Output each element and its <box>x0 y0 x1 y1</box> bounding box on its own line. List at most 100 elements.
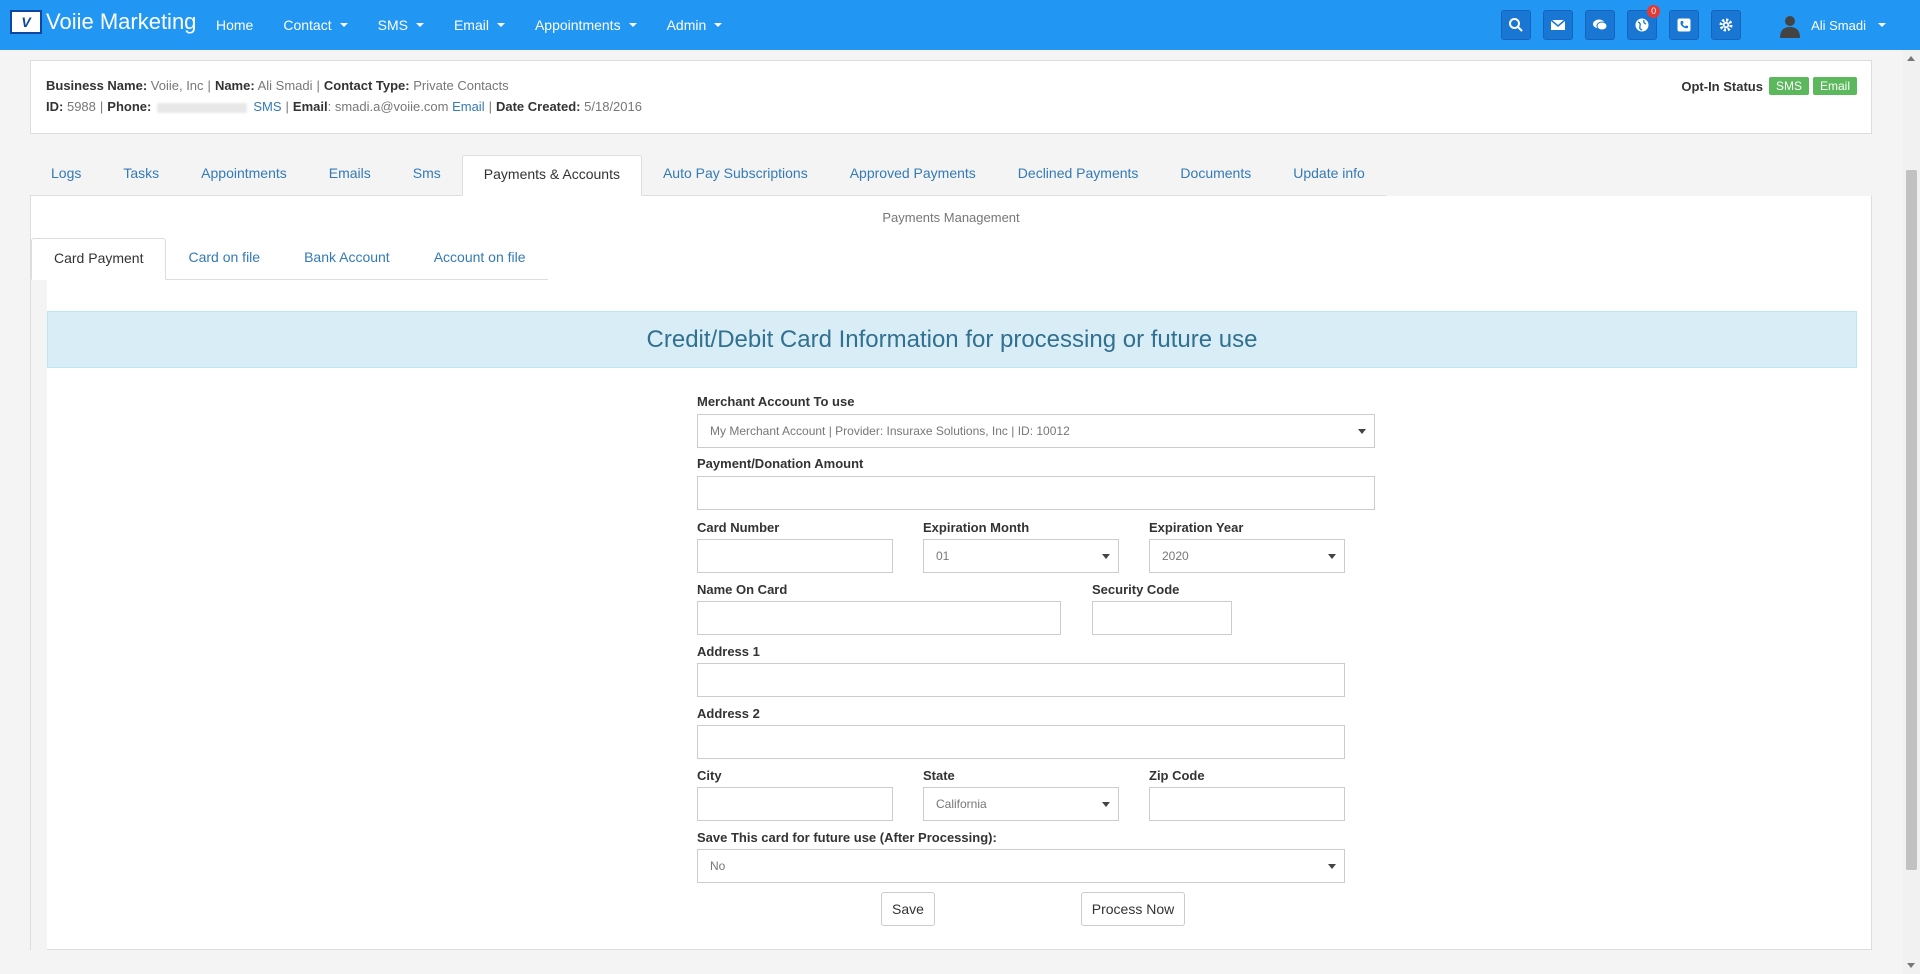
name-value: Ali Smadi <box>257 78 313 93</box>
scroll-down-icon[interactable] <box>1907 963 1915 968</box>
select-arrow-icon <box>1328 864 1336 869</box>
exp-year-select[interactable]: 2020 <box>1149 539 1345 573</box>
nav-email-label: Email <box>453 17 489 33</box>
caret-down-icon <box>415 23 424 27</box>
nav-admin[interactable]: Admin <box>667 17 723 33</box>
nav-appointments[interactable]: Appointments <box>535 17 637 33</box>
caret-down-icon <box>714 23 723 27</box>
chat-button[interactable] <box>1585 10 1616 40</box>
nav-admin-label: Admin <box>666 17 707 33</box>
notifications-button[interactable]: 0 <box>1627 5 1661 40</box>
tab-payments-accounts[interactable]: Payments & Accounts <box>461 155 642 196</box>
brand-logo-icon: V <box>10 10 42 34</box>
payments-panel: Payments Management Card Payment Card on… <box>30 196 1872 950</box>
exp-month-select[interactable]: 01 <box>923 539 1119 573</box>
zip-input[interactable] <box>1149 787 1345 821</box>
select-arrow-icon <box>1102 554 1110 559</box>
nav-right: 0 Ali Smadi <box>1501 0 1920 50</box>
user-name: Ali Smadi <box>1811 17 1866 33</box>
scroll-thumb[interactable] <box>1906 170 1917 870</box>
amount-label: Payment/Donation Amount <box>697 456 864 471</box>
merchant-select[interactable]: My Merchant Account | Provider: Insuraxe… <box>697 414 1375 448</box>
address2-input[interactable] <box>697 725 1345 759</box>
panel-gutter <box>31 280 47 950</box>
nav-sms[interactable]: SMS <box>378 17 424 33</box>
exp-month-label: Expiration Month <box>923 520 1030 535</box>
process-now-button[interactable]: Process Now <box>1081 892 1185 926</box>
state-select[interactable]: California <box>923 787 1119 821</box>
state-label: State <box>923 768 955 783</box>
phone-icon <box>1677 18 1691 32</box>
email-value: smadi.a@voiie.com <box>334 99 449 114</box>
tab-update-info[interactable]: Update info <box>1272 155 1386 195</box>
phone-sms-link[interactable]: SMS <box>253 99 281 114</box>
card-info-banner: Credit/Debit Card Information for proces… <box>47 311 1857 368</box>
city-label: City <box>697 768 722 783</box>
caret-down-icon <box>628 23 637 27</box>
email-link[interactable]: Email <box>452 99 485 114</box>
settings-button[interactable] <box>1711 10 1742 40</box>
address2-label: Address 2 <box>697 706 760 721</box>
save-button[interactable]: Save <box>881 892 935 926</box>
city-input[interactable] <box>697 787 893 821</box>
save-card-label: Save This card for future use (After Pro… <box>697 830 997 845</box>
phone-button[interactable] <box>1669 10 1700 40</box>
security-code-input[interactable] <box>1092 601 1232 635</box>
tab-approved-payments[interactable]: Approved Payments <box>829 155 997 195</box>
tab-logs[interactable]: Logs <box>30 155 102 195</box>
date-created-value: 5/18/2016 <box>584 99 642 114</box>
subtab-account-on-file[interactable]: Account on file <box>412 238 548 279</box>
subtab-bank-account[interactable]: Bank Account <box>282 238 412 279</box>
id-label: ID: <box>46 99 64 114</box>
phone-value-redacted <box>157 102 248 113</box>
tab-emails[interactable]: Emails <box>308 155 392 195</box>
caret-down-icon <box>496 23 505 27</box>
tab-auto-pay-subscriptions[interactable]: Auto Pay Subscriptions <box>642 155 829 195</box>
address1-label: Address 1 <box>697 644 760 659</box>
envelope-icon <box>1550 19 1566 30</box>
save-card-value: No <box>710 859 726 873</box>
exp-year-value: 2020 <box>1162 549 1189 563</box>
main-nav: Home Contact SMS Email Appointments Admi… <box>216 0 752 50</box>
tab-documents[interactable]: Documents <box>1159 155 1272 195</box>
user-avatar-icon <box>1780 16 1801 38</box>
tab-appointments[interactable]: Appointments <box>180 155 308 195</box>
main-tabs: Logs Tasks Appointments Emails Sms Payme… <box>30 155 1386 196</box>
subtab-card-payment[interactable]: Card Payment <box>31 238 167 280</box>
nav-home-label: Home <box>216 17 254 33</box>
address1-input[interactable] <box>697 663 1345 697</box>
brand[interactable]: V Voiie Marketing <box>10 9 196 35</box>
contact-info-card: Business Name: Voiie, Inc | Name: Ali Smad… <box>30 60 1872 134</box>
nav-appointments-label: Appointments <box>534 17 621 33</box>
amount-input[interactable] <box>697 476 1375 510</box>
optin-sms-badge: SMS <box>1768 77 1809 95</box>
top-navbar: V Voiie Marketing Home Contact SMS Email… <box>0 0 1920 50</box>
state-value: California <box>936 797 987 811</box>
search-button[interactable] <box>1501 10 1532 40</box>
select-arrow-icon <box>1328 554 1336 559</box>
phone-label: Phone: <box>107 99 152 114</box>
contact-info-line-2: ID: 5988 | Phone: SMS | Email: smadi.a@voiie.… <box>46 99 642 114</box>
exp-year-label: Expiration Year <box>1149 520 1244 535</box>
user-menu[interactable]: Ali Smadi <box>1777 12 1886 38</box>
card-number-label: Card Number <box>697 520 780 535</box>
nav-email[interactable]: Email <box>454 17 505 33</box>
tab-sms[interactable]: Sms <box>392 155 462 195</box>
name-on-card-input[interactable] <box>697 601 1061 635</box>
id-value: 5988 <box>66 99 96 114</box>
tab-declined-payments[interactable]: Declined Payments <box>997 155 1160 195</box>
subtab-card-on-file[interactable]: Card on file <box>166 238 282 279</box>
card-number-input[interactable] <box>697 539 893 573</box>
panel-title: Payments Management <box>882 210 1020 225</box>
nav-contact[interactable]: Contact <box>283 17 348 33</box>
mail-button[interactable] <box>1543 10 1574 40</box>
optin-status: Opt-In Status SMS Email <box>1681 77 1857 95</box>
email-label: Email <box>292 99 328 114</box>
payment-sub-tabs: Card Payment Card on file Bank Account A… <box>31 238 548 280</box>
merchant-select-value: My Merchant Account | Provider: Insuraxe… <box>710 424 1070 438</box>
tab-tasks[interactable]: Tasks <box>102 155 180 195</box>
scroll-up-icon[interactable] <box>1907 56 1915 61</box>
save-card-select[interactable]: No <box>697 849 1345 883</box>
page-scrollbar[interactable] <box>1903 50 1920 974</box>
nav-home[interactable]: Home <box>216 17 253 33</box>
